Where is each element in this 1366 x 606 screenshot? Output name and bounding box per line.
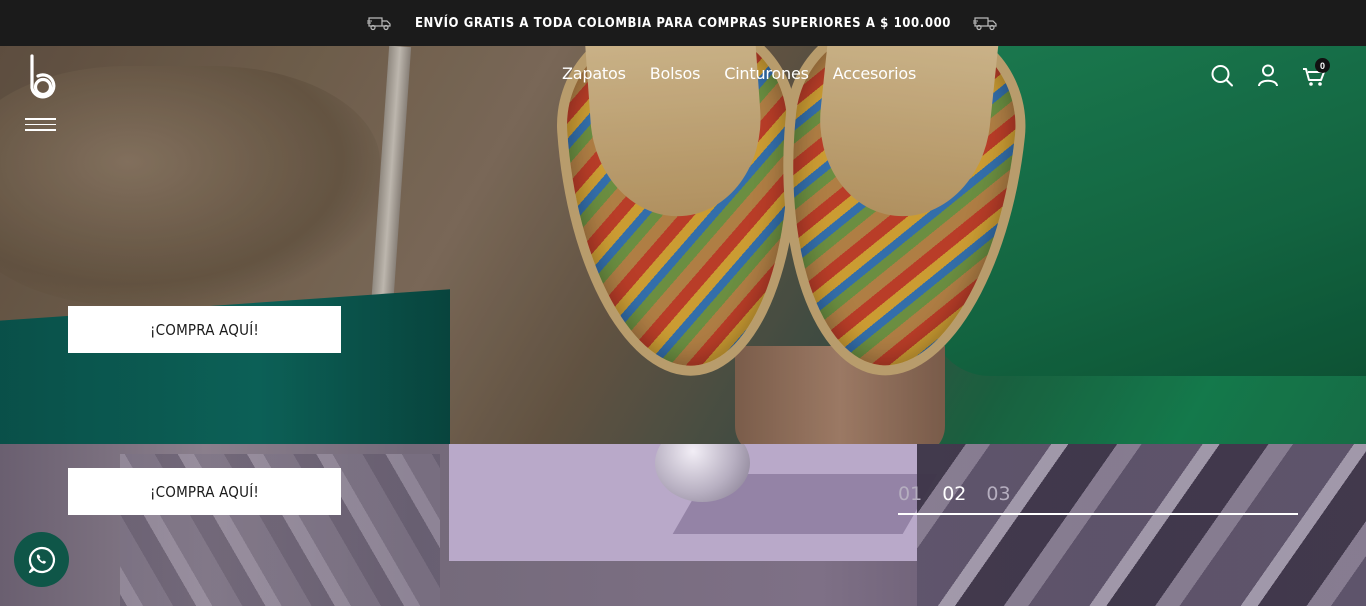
shop-now-button[interactable]: ¡COMPRA AQUÍ! [68,306,341,353]
whatsapp-icon [28,546,55,573]
hero-slide-image [0,46,1366,444]
slide-progress-line [898,513,1298,515]
account-icon[interactable] [1256,62,1280,88]
header-actions: 0 [1210,58,1330,88]
announcement-text: ENVÍO GRATIS A TODA COLOMBIA PARA COMPRA… [414,15,952,31]
brand-logo[interactable] [26,54,56,100]
cart-count-badge: 0 [1315,58,1330,73]
nav-item-cinturones[interactable]: Cinturones [724,64,809,83]
slide-indicator-2[interactable]: 02 [942,483,966,505]
nav-item-zapatos[interactable]: Zapatos [562,64,626,83]
slide-indicator-3[interactable]: 03 [986,483,1010,505]
shop-now-button-secondary[interactable]: ¡COMPRA AQUÍ! [68,468,341,515]
search-icon[interactable] [1210,62,1234,88]
nav-item-accesorios[interactable]: Accesorios [833,64,917,83]
slide-indicator-1[interactable]: 01 [898,483,922,505]
menu-icon[interactable] [25,118,56,134]
main-nav: Zapatos Bolsos Cinturones Accesorios [562,64,916,83]
slide-pagination: 01 02 03 [898,483,1298,515]
announcement-bar: ENVÍO GRATIS A TODA COLOMBIA PARA COMPRA… [0,0,1366,46]
whatsapp-button[interactable] [14,532,69,587]
truck-icon [973,17,997,31]
cart-icon[interactable]: 0 [1302,58,1330,88]
nav-item-bolsos[interactable]: Bolsos [650,64,701,83]
truck-icon [366,17,391,31]
